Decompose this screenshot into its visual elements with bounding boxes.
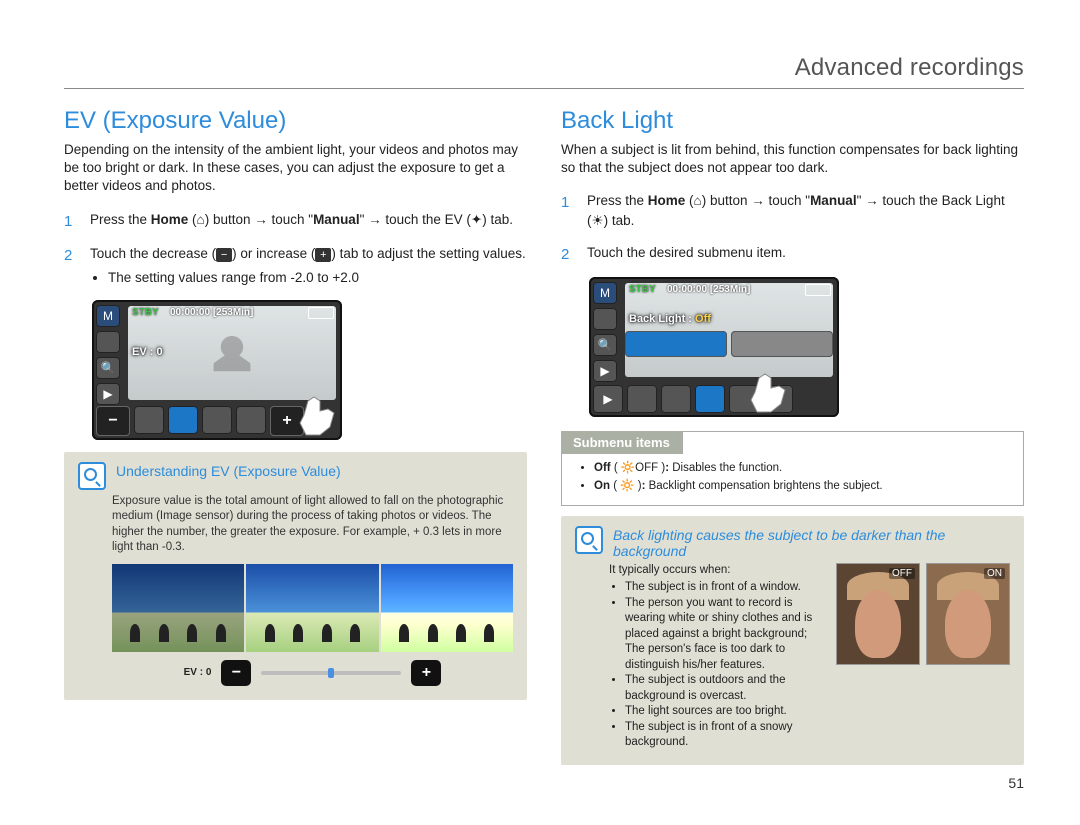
bl-step-1: 1 Press the Home (⌂) button → touch "Man…: [561, 191, 1024, 230]
hand-pointer-icon: [739, 363, 799, 417]
mode-m-icon: M: [96, 305, 120, 327]
ev-camera-preview: M 🔍 ▶ STBY 00:00:00 [253Min] EV : 0 − +: [92, 300, 342, 440]
backlight-intro: When a subject is lit from behind, this …: [561, 141, 1024, 177]
ev-tab-icon[interactable]: [168, 406, 198, 434]
ev-readout: EV : 0: [132, 346, 163, 358]
backlight-heading: Back Light: [561, 107, 1024, 135]
example-off-image: OFF: [836, 563, 920, 665]
left-column: EV (Exposure Value) Depending on the int…: [64, 107, 527, 791]
ev-intro: Depending on the intensity of the ambien…: [64, 141, 527, 196]
ev-understanding-callout: Understanding EV (Exposure Value) Exposu…: [64, 452, 527, 700]
zoom-icon: 🔍: [593, 334, 617, 356]
ev-minus-button[interactable]: −: [221, 660, 251, 686]
page-header: Advanced recordings: [64, 54, 1024, 89]
ev-gallery: [112, 564, 513, 652]
battery-icon: [805, 284, 831, 296]
osd-icon: ▶: [593, 385, 623, 413]
battery-icon: [308, 307, 334, 319]
stby-label: STBY: [629, 284, 656, 295]
callout-body: Exposure value is the total amount of li…: [64, 492, 527, 556]
backlight-tab-icon[interactable]: [695, 385, 725, 413]
step-number: 2: [561, 243, 575, 266]
callout-body: It typically occurs when: The subject is…: [609, 563, 824, 751]
ev-slider-track[interactable]: [261, 671, 401, 675]
submenu-heading: Submenu items: [561, 431, 683, 454]
callout-title: Back lighting causes the subject to be d…: [613, 527, 1010, 559]
osd-icon: [627, 385, 657, 413]
play-icon: ▶: [96, 383, 120, 405]
magnifier-icon: [575, 526, 603, 554]
ev-tab-icon: ✦: [471, 212, 482, 227]
callout-title: Understanding EV (Exposure Value): [116, 463, 341, 479]
osd-icon: [236, 406, 266, 434]
ev-minus-button[interactable]: −: [96, 406, 130, 436]
bl-readout: Back Light : Off: [629, 313, 711, 325]
osd-icon: [202, 406, 232, 434]
page-number: 51: [561, 775, 1024, 791]
zoom-icon: 🔍: [96, 357, 120, 379]
side-icon: [96, 331, 120, 353]
ev-step-2: 2 Touch the decrease (−) or increase (+)…: [64, 244, 527, 287]
side-icon: [593, 308, 617, 330]
step-number: 1: [64, 210, 78, 233]
bl-off-option[interactable]: [625, 331, 727, 357]
mode-m-icon: M: [593, 282, 617, 304]
submenu-box: Submenu items Off ( 🔆OFF ): Disables the…: [561, 431, 1024, 506]
bl-causes-callout: Back lighting causes the subject to be d…: [561, 516, 1024, 765]
osd-icon: [661, 385, 691, 413]
example-on-image: ON: [926, 563, 1010, 665]
osd-icon: [134, 406, 164, 434]
stby-label: STBY: [132, 307, 159, 318]
magnifier-icon: [78, 462, 106, 490]
home-icon: ⌂: [694, 193, 702, 208]
stby-time: 00:00:00 [253Min]: [667, 284, 750, 295]
hand-pointer-icon: [288, 386, 342, 440]
submenu-items: Off ( 🔆OFF ): Disables the function. On …: [562, 454, 1023, 505]
bl-example-images: OFF ON: [836, 563, 1010, 751]
backlight-tab-icon: ☀: [592, 213, 604, 228]
minus-icon: −: [216, 248, 232, 262]
plus-icon: +: [315, 248, 331, 262]
ev-step-1: 1 Press the Home (⌂) button → touch "Man…: [64, 210, 527, 233]
home-icon: ⌂: [197, 212, 205, 227]
ev-plus-button[interactable]: +: [411, 660, 441, 686]
ev-heading: EV (Exposure Value): [64, 107, 527, 135]
step-number: 2: [64, 244, 78, 287]
bl-camera-preview: M 🔍 ▶ STBY 00:00:00 [253Min] Back Light …: [589, 277, 839, 417]
bl-step-2: 2 Touch the desired submenu item.: [561, 243, 1024, 266]
ev-slider: EV : 0 − +: [64, 660, 527, 686]
step-number: 1: [561, 191, 575, 230]
play-icon: ▶: [593, 360, 617, 382]
right-column: Back Light When a subject is lit from be…: [561, 107, 1024, 791]
bl-on-option[interactable]: [731, 331, 833, 357]
stby-time: 00:00:00 [253Min]: [170, 307, 253, 318]
